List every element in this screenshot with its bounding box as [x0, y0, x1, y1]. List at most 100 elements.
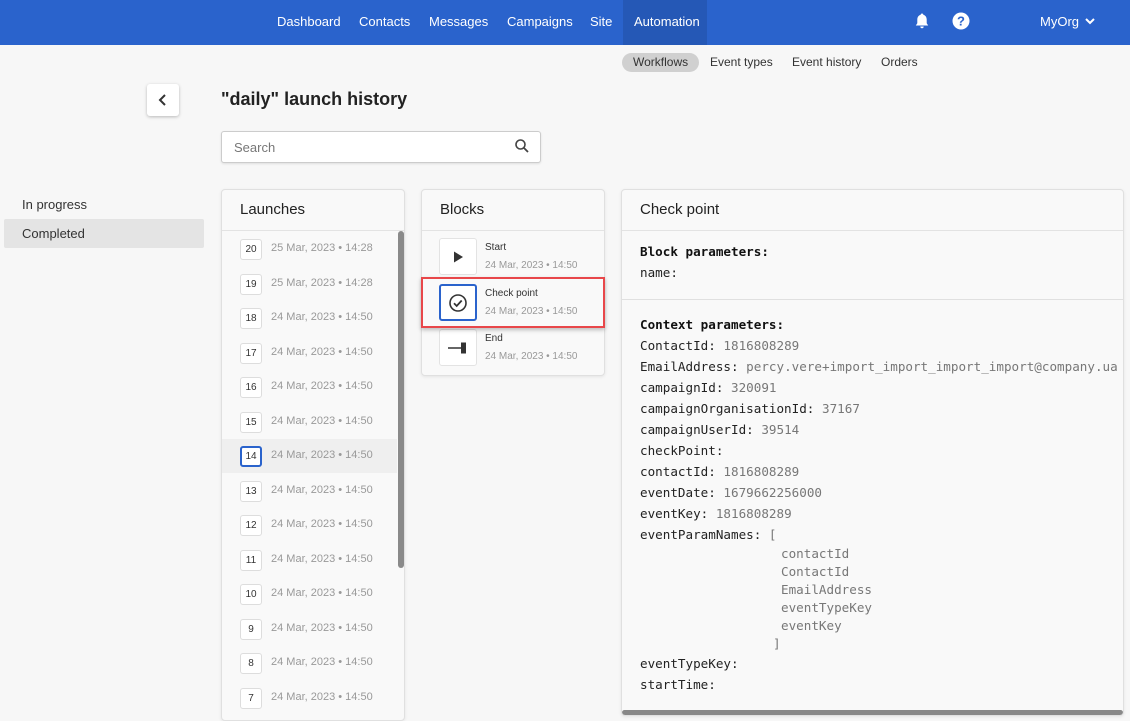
- details-horizontal-scrollbar[interactable]: [622, 710, 1123, 715]
- search-field[interactable]: [221, 131, 541, 163]
- array-item: eventTypeKey: [781, 600, 872, 615]
- param-value: 1816808289: [723, 464, 800, 479]
- param-key: eventDate:: [640, 485, 716, 500]
- param-row: campaignOrganisationId: 37167: [640, 398, 1105, 419]
- launch-row[interactable]: 17 24 Mar, 2023 • 14:50: [222, 336, 397, 370]
- launch-number: 17: [240, 342, 262, 364]
- subnav-orders[interactable]: Orders: [870, 53, 929, 72]
- param-row: startTime:: [640, 674, 1105, 695]
- launch-row[interactable]: 7 24 Mar, 2023 • 14:50: [222, 681, 397, 715]
- launch-number: 11: [240, 549, 262, 571]
- launch-number: 10: [240, 584, 262, 605]
- launch-number: 8: [240, 653, 262, 674]
- param-key: name:: [640, 265, 678, 280]
- launch-number: 9: [240, 618, 262, 640]
- launch-row[interactable]: 20 25 Mar, 2023 • 14:28: [222, 232, 397, 266]
- param-value: 1679662256000: [723, 485, 822, 500]
- details-title: Check point: [622, 190, 1123, 231]
- nav-messages[interactable]: Messages: [418, 0, 499, 45]
- nav-contacts[interactable]: Contacts: [348, 0, 421, 45]
- launch-number: 14: [240, 446, 262, 467]
- blocks-title: Blocks: [422, 190, 604, 231]
- param-key: campaignOrganisationId:: [640, 401, 815, 416]
- top-navbar: Dashboard Contacts Messages Campaigns Si…: [0, 0, 1130, 45]
- nav-campaigns[interactable]: Campaigns: [496, 0, 584, 45]
- launch-row[interactable]: 12 24 Mar, 2023 • 14:50: [222, 508, 397, 542]
- launch-row[interactable]: 19 25 Mar, 2023 • 14:28: [222, 267, 397, 301]
- array-item: eventKey: [781, 618, 842, 633]
- param-key: eventParamNames:: [640, 527, 762, 542]
- param-value: 1816808289: [715, 506, 792, 521]
- block-date: 24 Mar, 2023 • 14:50: [485, 260, 578, 271]
- svg-text:?: ?: [957, 14, 965, 29]
- launches-scrollbar[interactable]: [398, 231, 404, 568]
- nav-dashboard[interactable]: Dashboard: [266, 0, 352, 45]
- org-menu[interactable]: MyOrg: [1029, 0, 1107, 45]
- block-name: End: [485, 333, 503, 344]
- launch-row[interactable]: 15 24 Mar, 2023 • 14:50: [222, 405, 397, 439]
- launches-title: Launches: [222, 190, 404, 231]
- launch-row[interactable]: 13 24 Mar, 2023 • 14:50: [222, 474, 397, 508]
- launch-number: 18: [240, 308, 262, 329]
- launch-date: 24 Mar, 2023 • 14:50: [271, 345, 373, 358]
- launch-date: 24 Mar, 2023 • 14:50: [271, 656, 373, 668]
- nav-site[interactable]: Site: [579, 0, 623, 45]
- subnav-workflows[interactable]: Workflows: [622, 53, 700, 72]
- array-open: [: [768, 527, 777, 542]
- param-key: checkPoint:: [640, 443, 724, 458]
- launch-date: 24 Mar, 2023 • 14:50: [271, 380, 373, 392]
- param-row: campaignUserId: 39514: [640, 419, 1105, 440]
- end-icon: [439, 329, 477, 366]
- back-button[interactable]: [147, 84, 179, 116]
- param-value: 39514: [761, 422, 800, 437]
- block-parameters-section: Block parameters: name:: [622, 231, 1123, 300]
- launch-number: 7: [240, 687, 262, 709]
- param-row: contactId: 1816808289: [640, 461, 1105, 482]
- block-end[interactable]: End 24 Mar, 2023 • 14:50: [422, 325, 604, 369]
- launch-number: 12: [240, 515, 262, 536]
- param-row: eventTypeKey:: [640, 653, 1105, 674]
- param-row: checkPoint:: [640, 440, 1105, 461]
- sidebar-item-completed[interactable]: Completed: [4, 219, 204, 248]
- launch-row[interactable]: 18 24 Mar, 2023 • 14:50: [222, 301, 397, 335]
- launch-row[interactable]: 9 24 Mar, 2023 • 14:50: [222, 612, 397, 646]
- param-value: 1816808289: [723, 338, 800, 353]
- launch-row[interactable]: 8 24 Mar, 2023 • 14:50: [222, 646, 397, 680]
- bell-icon[interactable]: [913, 12, 931, 35]
- launch-date: 24 Mar, 2023 • 14:50: [271, 483, 373, 496]
- launch-number: 16: [240, 377, 262, 398]
- subnav-event-history[interactable]: Event history: [781, 53, 872, 72]
- sidebar-item-in-progress[interactable]: In progress: [4, 190, 204, 219]
- launch-row[interactable]: 14 24 Mar, 2023 • 14:50: [222, 439, 397, 473]
- launch-number: 15: [240, 411, 262, 433]
- launch-row[interactable]: 10 24 Mar, 2023 • 14:50: [222, 577, 397, 611]
- launch-number: 13: [240, 480, 262, 502]
- org-name: MyOrg: [1040, 14, 1079, 29]
- context-parameters-heading: Context parameters:: [640, 317, 785, 332]
- search-icon[interactable]: [514, 138, 530, 154]
- nav-automation[interactable]: Automation: [623, 0, 707, 45]
- subnav-event-types[interactable]: Event types: [699, 53, 784, 72]
- launch-row[interactable]: 11 24 Mar, 2023 • 14:50: [222, 543, 397, 577]
- search-input[interactable]: [234, 140, 504, 155]
- chevron-left-icon: [158, 94, 166, 106]
- launch-date: 25 Mar, 2023 • 14:28: [271, 276, 373, 289]
- launch-number: 20: [240, 239, 262, 260]
- help-icon[interactable]: ?: [952, 12, 970, 35]
- context-params-list: ContactId: 1816808289 EmailAddress: percy…: [640, 335, 1118, 524]
- launch-row[interactable]: 16 24 Mar, 2023 • 14:50: [222, 370, 397, 404]
- block-start[interactable]: Start 24 Mar, 2023 • 14:50: [422, 234, 604, 278]
- param-key: ContactId:: [640, 338, 716, 353]
- param-key: EmailAddress:: [640, 359, 739, 374]
- details-panel: Check point Block parameters: name: Cont…: [621, 189, 1124, 716]
- array-items: contactId ContactId EmailAddress eventTypeK…: [640, 545, 1105, 635]
- param-key: campaignUserId:: [640, 422, 754, 437]
- block-parameters-heading: Block parameters:: [640, 244, 769, 259]
- param-row: ContactId: 1816808289: [640, 335, 1105, 356]
- array-item: EmailAddress: [781, 582, 872, 597]
- selection-highlight: [421, 277, 605, 328]
- launch-date: 24 Mar, 2023 • 14:50: [271, 690, 373, 703]
- context-params-after: eventTypeKey: startTime:: [640, 653, 1105, 695]
- param-row: eventKey: 1816808289: [640, 503, 1105, 524]
- launches-panel: Launches 20 25 Mar, 2023 • 14:28 19 25 Mar,…: [221, 189, 405, 721]
